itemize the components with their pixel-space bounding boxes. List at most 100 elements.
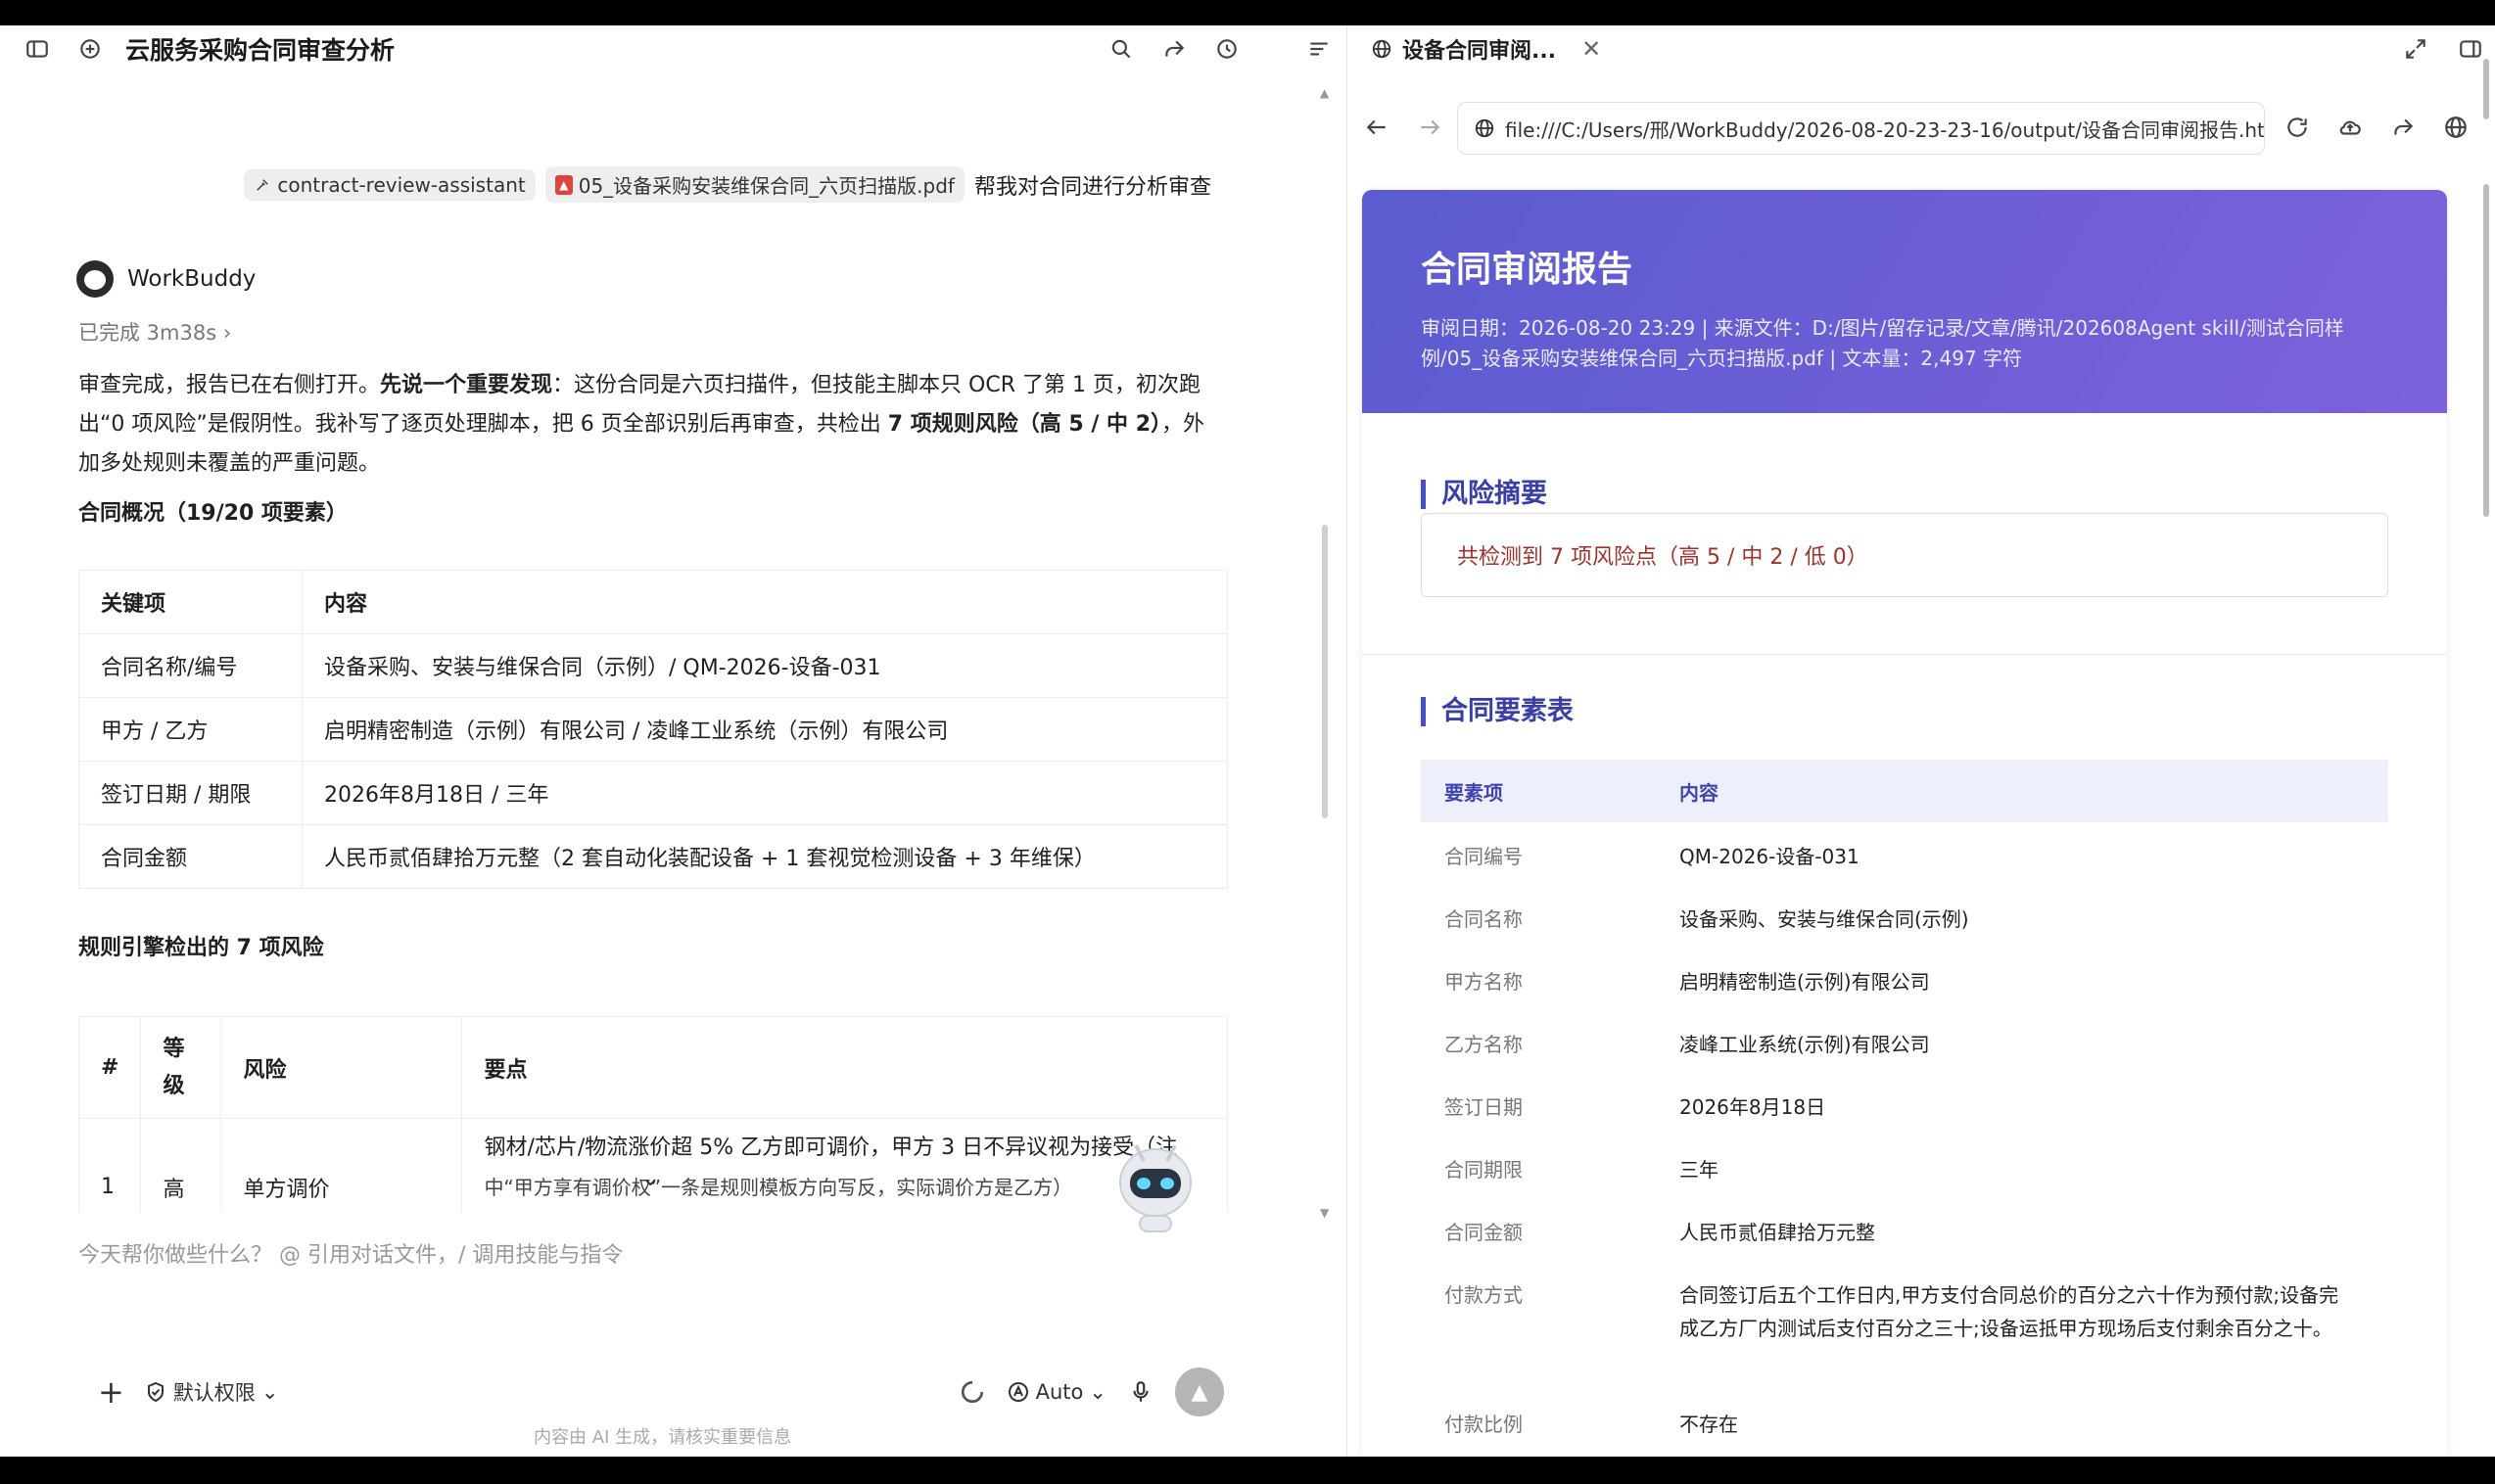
table-cell: 高: [140, 1118, 222, 1212]
table-row: 合同编号 QM-2026-设备-031: [1421, 822, 2388, 885]
scroll-down-icon[interactable]: ⌄: [641, 1167, 659, 1191]
overview-table: 关键项 内容 合同名称/编号 设备采购、安装与维保合同（示例）/ QM-2026…: [78, 570, 1228, 889]
table-cell: 签订日期 / 期限: [78, 761, 303, 825]
table-row: 合同期限 三年: [1421, 1136, 2388, 1198]
table-cell: 三年: [1679, 1158, 1718, 1182]
table-row: 签订日期 / 期限 2026年8月18日 / 三年: [78, 761, 1228, 825]
skill-chip[interactable]: contract-review-assistant: [244, 168, 536, 201]
ai-disclaimer: 内容由 AI 生成，请核实重要信息: [534, 1427, 792, 1448]
reload-icon[interactable]: [2280, 110, 2315, 145]
table-cell: 合同编号: [1444, 845, 1523, 868]
table-cell: 合同名称: [1444, 907, 1523, 931]
chevron-right-icon: ›: [222, 321, 232, 345]
table-row: 合同名称 设备采购、安装与维保合同(示例): [1421, 885, 2388, 948]
report-scrollbar[interactable]: [2483, 184, 2489, 517]
table-header: 风险: [220, 1016, 463, 1119]
risk-point-line: 钢材/芯片/物流涨价超 5% 乙方即可调价，甲方 3 日不异议视为接受（注: [484, 1136, 1178, 1160]
table-cell: 付款比例: [1444, 1413, 1523, 1436]
table-row: 1 高 单方调价 钢材/芯片/物流涨价超 5% 乙方即可调价，甲方 3 日不异议…: [78, 1118, 1228, 1212]
outer-scrollbar[interactable]: [2483, 59, 2489, 119]
permission-label: 默认权限: [172, 1381, 256, 1405]
scroll-up-arrow-icon[interactable]: ▲: [1320, 86, 1329, 100]
upload-icon[interactable]: [2332, 110, 2368, 145]
chat-title: 云服务采购合同审查分析: [125, 36, 396, 65]
tab-report[interactable]: 设备合同审阅... ✕: [1371, 33, 1601, 65]
loading-spinner-icon: [961, 1380, 983, 1404]
scroll-down-arrow-icon[interactable]: ▼: [1320, 1206, 1329, 1220]
chat-input[interactable]: 今天帮你做些什么？ @ 引用对话文件，/ 调用技能与指令: [78, 1237, 1253, 1269]
table-cell: 2026年8月18日: [1679, 1095, 1826, 1119]
table-cell: 甲方名称: [1444, 970, 1523, 994]
tab-title: 设备合同审阅...: [1402, 39, 1557, 64]
elements-table: 要素项 内容 合同编号 QM-2026-设备-031 合同名称 设备采购、安装与维保…: [1421, 760, 2388, 1453]
table-row: 合同名称/编号 设备采购、安装与维保合同（示例）/ QM-2026-设备-031: [78, 633, 1228, 698]
sidebar-toggle-icon[interactable]: [20, 31, 55, 67]
microphone-icon[interactable]: [1128, 1379, 1153, 1405]
browser-pane: 设备合同审阅... ✕ file:///C:/Users/邢/WorkBuddy…: [1346, 25, 2495, 1457]
risk-point-line: 中“甲方享有调价权”一条是规则模板方向写反，实际调价方是乙方）: [484, 1176, 1073, 1199]
share-icon[interactable]: [1156, 31, 1192, 67]
table-header: 内容: [302, 570, 1228, 634]
globe-icon: [1372, 39, 1391, 59]
report-header: 合同审阅报告 审阅日期：2026-08-20 23:29 | 来源文件：D:/图…: [1362, 190, 2447, 413]
agent-header: WorkBuddy: [76, 260, 256, 298]
table-cell: 合同金额: [1444, 1221, 1523, 1244]
permission-dropdown[interactable]: 默认权限 ⌄: [144, 1377, 278, 1407]
report-meta: 审阅日期：2026-08-20 23:29 | 来源文件：D:/图片/留存记录/…: [1421, 316, 2344, 370]
close-tab-icon[interactable]: ✕: [1581, 35, 1601, 63]
table-header-row: 关键项 内容: [78, 570, 1228, 634]
chat-pane: 云服务采购合同审查分析 contract-review-assistant ▲ …: [0, 25, 1346, 1457]
section-divider: [1362, 654, 2447, 655]
table-row: 付款方式 合同签订后五个工作日内,甲方支付合同总价的百分之六十作为预付款;设备完成…: [1421, 1261, 2388, 1390]
table-cell: 合同金额: [78, 824, 303, 889]
history-icon[interactable]: [1209, 31, 1245, 67]
risk-summary-text: 共检测到 7 项风险点（高 5 / 中 2 / 低 0）: [1457, 545, 1868, 570]
expand-icon[interactable]: [2398, 31, 2433, 67]
robot-mascot-icon[interactable]: [1106, 1122, 1204, 1239]
table-cell: 合同签订后五个工作日内,甲方支付合同总价的百分之六十作为预付款;设备完成乙方厂内…: [1679, 1283, 2339, 1340]
table-cell: 2026年8月18日 / 三年: [302, 761, 1228, 825]
table-row: 合同金额 人民币贰佰肆拾万元整（2 套自动化装配设备 + 1 套视觉检测设备 +…: [78, 824, 1228, 889]
table-cell: QM-2026-设备-031: [1679, 845, 1859, 868]
globe-menu-icon[interactable]: [2438, 110, 2473, 145]
file-chip[interactable]: ▲ 05_设备采购安装维保合同_六页扫描版.pdf: [544, 166, 965, 203]
table-row: 合同金额 人民币贰佰肆拾万元整: [1421, 1198, 2388, 1261]
pdf-icon: ▲: [554, 174, 573, 195]
table-cell: 人民币贰佰肆拾万元整（2 套自动化装配设备 + 1 套视觉检测设备 + 3 年维…: [302, 824, 1228, 889]
answer-bold: 先说一个重要发现: [380, 373, 553, 397]
table-cell: 付款方式: [1444, 1283, 1523, 1307]
shield-check-icon: [147, 1381, 164, 1403]
url-text: file:///C:/Users/邢/WorkBuddy/2026-08-20-…: [1505, 117, 2265, 142]
table-header: #: [78, 1016, 142, 1119]
globe-icon: [1475, 118, 1494, 138]
new-chat-icon[interactable]: [72, 31, 108, 67]
model-dropdown[interactable]: Auto ⌄: [1007, 1380, 1106, 1404]
browser-tabbar: 设备合同审阅... ✕: [1347, 25, 2495, 72]
address-bar[interactable]: file:///C:/Users/邢/WorkBuddy/2026-08-20-…: [1457, 102, 2265, 155]
answer-bold: 7 项规则风险（高 5 / 中 2）: [887, 412, 1162, 437]
auto-model-icon: [1008, 1382, 1028, 1402]
skill-icon: [257, 178, 269, 191]
table-cell: 签订日期: [1444, 1095, 1523, 1119]
add-icon[interactable]: +: [98, 1373, 124, 1411]
overview-heading: 合同概况（19/20 项要素）: [78, 501, 348, 526]
agent-name: WorkBuddy: [127, 266, 257, 292]
table-row: 甲方名称 启明精密制造(示例)有限公司: [1421, 948, 2388, 1010]
forward-icon[interactable]: [1412, 110, 1447, 145]
table-cell: 启明精密制造（示例）有限公司 / 凌峰工业系统（示例）有限公司: [302, 697, 1228, 762]
table-cell: 设备采购、安装与维保合同(示例): [1679, 907, 1969, 931]
report-page: 合同审阅报告 审阅日期：2026-08-20 23:29 | 来源文件：D:/图…: [1362, 190, 2447, 1457]
share-icon[interactable]: [2385, 110, 2421, 145]
table-cell: 启明精密制造(示例)有限公司: [1679, 970, 1930, 994]
agent-status-text: 已完成 3m38s: [78, 321, 217, 345]
chat-topbar: 云服务采购合同审查分析: [0, 25, 1346, 72]
user-message-text: 帮我对合同进行分析审查: [973, 174, 1211, 200]
search-icon[interactable]: [1104, 31, 1139, 67]
chat-scrollbar[interactable]: [1322, 525, 1328, 818]
back-icon[interactable]: [1359, 110, 1394, 145]
risk-summary-box: 共检测到 7 项风险点（高 5 / 中 2 / 低 0）: [1421, 513, 2388, 597]
outline-icon[interactable]: [1301, 31, 1337, 67]
agent-status[interactable]: 已完成 3m38s ›: [78, 317, 231, 347]
send-button[interactable]: ▲: [1175, 1368, 1224, 1416]
skill-chip-label: contract-review-assistant: [277, 172, 526, 197]
